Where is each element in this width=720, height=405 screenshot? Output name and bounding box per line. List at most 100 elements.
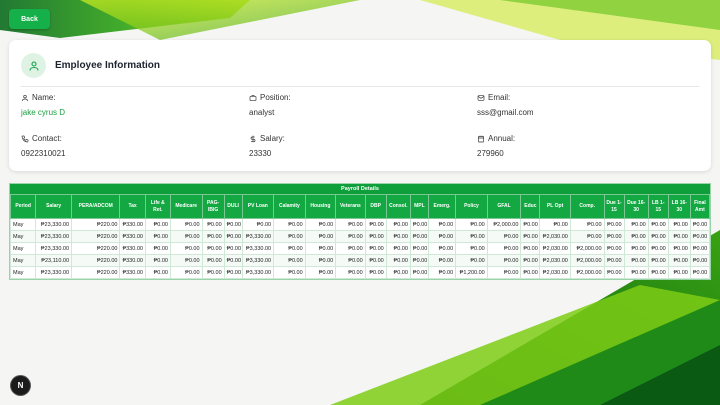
divider <box>21 86 699 87</box>
table-cell: ₱330.00 <box>119 230 146 243</box>
table-cell: ₱0.00 <box>201 266 225 279</box>
table-cell: ₱0.00 <box>455 242 488 255</box>
employee-info-card: Employee Information Name: jake cyrus D … <box>9 40 711 171</box>
table-cell: ₱0.00 <box>304 266 337 279</box>
table-cell: ₱0.00 <box>385 230 411 243</box>
table-cell: ₱0.00 <box>273 254 306 267</box>
table-cell: ₱0.00 <box>647 242 669 255</box>
table-cell: ₱0.00 <box>486 230 522 243</box>
table-cell: ₱0.00 <box>667 254 691 267</box>
table-cell: ₱0.00 <box>144 266 171 279</box>
column-header: Veterans <box>335 194 366 219</box>
table-cell: May <box>9 218 37 231</box>
table-cell: ₱23,330.00 <box>35 242 73 255</box>
table-cell: ₱0.00 <box>569 230 605 243</box>
table-cell: ₱0.00 <box>144 242 171 255</box>
table-cell: ₱0.00 <box>409 230 429 243</box>
table-cell: ₱3,330.00 <box>241 254 275 267</box>
table-cell: ₱0.00 <box>603 266 625 279</box>
name-value: jake cyrus D <box>21 108 66 117</box>
table-cell: ₱0.00 <box>427 242 457 255</box>
column-header: Tax <box>119 194 146 219</box>
position-field: Position: analyst <box>249 93 291 117</box>
table-cell: ₱0.00 <box>539 218 571 231</box>
column-header: Life & Ret. <box>144 194 171 219</box>
card-title: Employee Information <box>55 60 161 71</box>
table-cell: ₱330.00 <box>119 242 146 255</box>
column-header: Final Amt <box>689 194 711 219</box>
table-cell: ₱23,330.00 <box>35 218 73 231</box>
column-header: Calamity <box>273 194 306 219</box>
table-cell: ₱0.00 <box>223 230 243 243</box>
table-cell: ₱0.00 <box>273 266 306 279</box>
table-cell: ₱0.00 <box>201 230 225 243</box>
table-cell: ₱0.00 <box>364 266 387 279</box>
table-cell: ₱0.00 <box>689 230 711 243</box>
table-cell: ₱0.00 <box>623 266 649 279</box>
table-cell: ₱0.00 <box>364 254 387 267</box>
back-button[interactable]: Back <box>9 9 50 29</box>
table-cell: ₱0.00 <box>409 266 429 279</box>
table-cell: ₱0.00 <box>169 266 203 279</box>
table-cell: ₱3,330.00 <box>241 242 275 255</box>
contact-label: Contact: <box>32 134 62 143</box>
table-row: May ₱23,330.00 ₱220.00 ₱330.00 ₱0.00 ₱0.00 ₱0.… <box>9 230 711 243</box>
table-cell: ₱2,030.00 <box>539 254 571 267</box>
table-cell: May <box>9 254 37 267</box>
table-cell: ₱0.00 <box>647 266 669 279</box>
column-header: PERA/ADCOM <box>71 194 121 219</box>
table-cell: ₱330.00 <box>119 254 146 267</box>
dollar-icon <box>250 135 256 142</box>
table-cell: ₱220.00 <box>71 254 121 267</box>
salary-value: 23330 <box>249 149 272 158</box>
salary-field: Salary: 23330 <box>249 134 285 158</box>
table-cell: ₱0.00 <box>455 218 488 231</box>
payroll-table: Period Salary PERA/ADCOM Tax Life & Ret. Medi… <box>9 194 711 279</box>
table-cell: ₱0.00 <box>385 242 411 255</box>
table-cell: ₱0.00 <box>520 218 541 231</box>
table-cell: ₱0.00 <box>427 230 457 243</box>
card-header: Employee Information <box>21 53 160 78</box>
column-header: GFAL <box>486 194 522 219</box>
phone-icon <box>21 135 29 142</box>
name-field: Name: jake cyrus D <box>21 93 65 117</box>
payroll-title: Payroll Details <box>10 184 710 194</box>
table-cell: May <box>9 242 37 255</box>
email-label: Email: <box>488 93 511 102</box>
position-label: Position: <box>260 93 291 102</box>
table-cell: ₱0.00 <box>689 254 711 267</box>
calendar-icon <box>478 135 484 142</box>
table-cell: ₱0.00 <box>364 230 387 243</box>
table-cell: ₱0.00 <box>689 242 711 255</box>
table-cell: ₱0.00 <box>647 254 669 267</box>
table-cell: ₱0.00 <box>603 230 625 243</box>
table-cell: ₱1,200.00 <box>455 266 488 279</box>
column-header: PV Loan <box>241 194 275 219</box>
table-cell: ₱0.00 <box>427 218 457 231</box>
table-cell: ₱0.00 <box>364 218 387 231</box>
table-cell: ₱0.00 <box>623 254 649 267</box>
column-header: PL Opt <box>539 194 571 219</box>
table-cell: ₱0.00 <box>455 254 488 267</box>
table-cell: ₱0.00 <box>304 218 337 231</box>
column-header: Educ <box>520 194 541 219</box>
table-cell: ₱0.00 <box>273 242 306 255</box>
column-header: Comp. <box>569 194 605 219</box>
dev-indicator-button[interactable]: N <box>11 376 30 395</box>
table-cell: ₱0.00 <box>169 230 203 243</box>
table-cell: ₱2,000.00 <box>569 254 605 267</box>
table-cell: ₱0.00 <box>647 218 669 231</box>
table-cell: ₱2,000.00 <box>486 218 522 231</box>
table-cell: May <box>9 266 37 279</box>
column-header: Due 1-15 <box>603 194 625 219</box>
table-cell: ₱2,030.00 <box>539 230 571 243</box>
table-cell: ₱0.00 <box>689 266 711 279</box>
position-value: analyst <box>249 108 275 117</box>
table-cell: ₱220.00 <box>71 242 121 255</box>
table-cell: ₱0.00 <box>144 254 171 267</box>
table-cell: ₱0.00 <box>603 242 625 255</box>
table-cell: ₱0.00 <box>520 254 541 267</box>
table-cell: ₱0.00 <box>427 266 457 279</box>
table-cell: ₱220.00 <box>71 230 121 243</box>
table-cell: ₱0.00 <box>667 230 691 243</box>
